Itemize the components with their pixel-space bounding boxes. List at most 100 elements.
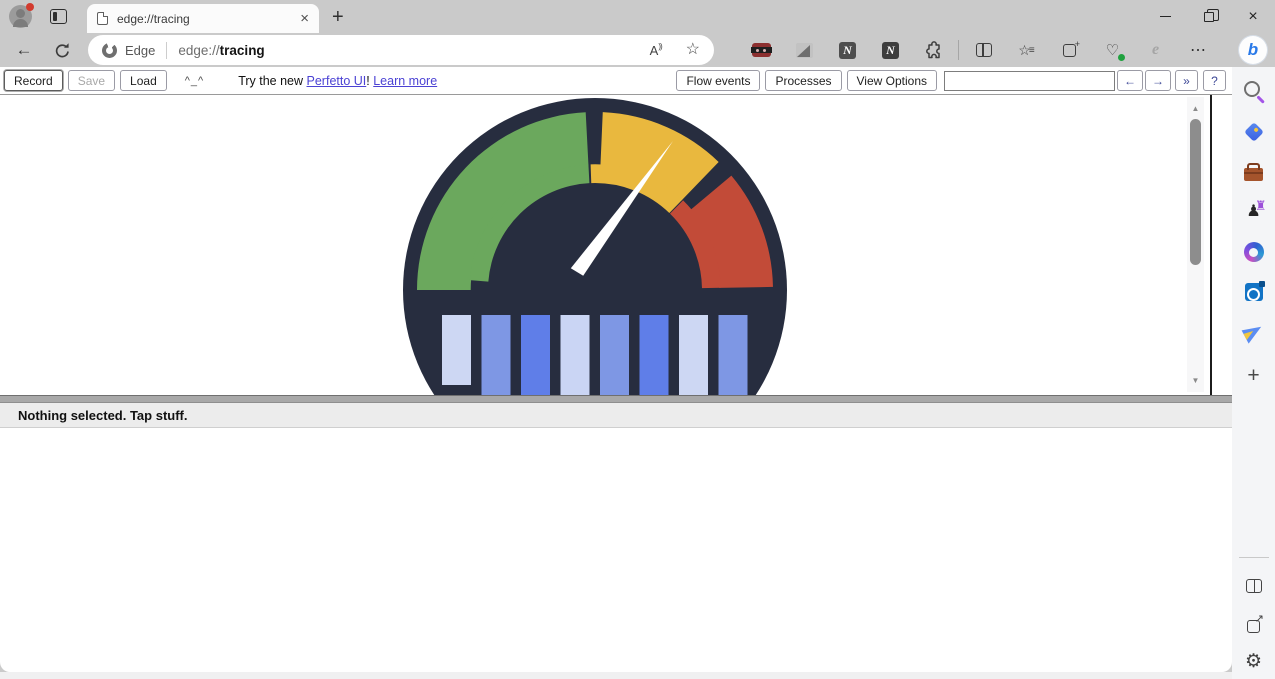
emoticon-label: ^_^ — [185, 75, 204, 87]
sidebar-panel-toggle[interactable] — [1240, 572, 1268, 600]
sidebar-add-button[interactable]: + — [1240, 362, 1268, 390]
profile-avatar[interactable] — [9, 5, 32, 28]
split-screen-icon[interactable] — [974, 40, 994, 60]
trace-nav-back-button[interactable]: ← — [1117, 70, 1143, 91]
scroll-up-icon[interactable]: ▲ — [1187, 104, 1204, 113]
restore-icon — [1204, 12, 1214, 22]
viewport-gap — [1212, 95, 1232, 395]
sidebar-games-icon[interactable]: ♟♜ — [1240, 198, 1268, 226]
more-menu-icon[interactable]: ⋯ — [1189, 40, 1209, 60]
site-badge: Edge — [125, 43, 155, 58]
notification-dot — [26, 3, 34, 11]
back-icon[interactable]: ← — [14, 40, 34, 60]
sidebar-drop-icon[interactable] — [1240, 318, 1268, 346]
panel-toggle-icon — [1246, 579, 1262, 593]
read-aloud-waves: )) — [658, 42, 661, 51]
trace-help-button[interactable]: ? — [1203, 70, 1226, 91]
save-button[interactable]: Save — [68, 70, 115, 91]
mask-extension-icon[interactable] — [752, 40, 772, 60]
sidebar-search-icon[interactable] — [1240, 78, 1268, 106]
n-extension-icon-2[interactable]: N — [881, 40, 901, 60]
trace-search-input[interactable] — [944, 71, 1115, 91]
sidebar-settings-icon[interactable]: ⚙ — [1245, 652, 1262, 671]
sidebar-open-external[interactable]: ↗ — [1240, 612, 1268, 640]
tracing-loading-gauge — [400, 96, 790, 395]
processes-button[interactable]: Processes — [765, 70, 841, 91]
selection-status-bar: Nothing selected. Tap stuff. — [0, 403, 1232, 428]
ie-mode-icon[interactable]: e — [1146, 40, 1166, 60]
split-icon — [976, 43, 992, 57]
address-bar[interactable]: Edge edge:// tracing A)) ☆ — [88, 35, 714, 65]
record-button[interactable]: Record — [4, 70, 63, 91]
tracing-toolbar-right: Flow events Processes View Options ← → »… — [676, 70, 1226, 91]
ie-letter: e — [1152, 41, 1159, 59]
copy-icon: + — [1063, 44, 1076, 57]
external-arrow-glyph: ↗ — [1255, 612, 1264, 625]
close-button[interactable]: × — [1231, 0, 1275, 33]
status-message: Nothing selected. Tap stuff. — [18, 408, 188, 423]
ellipsis-glyph: ⋯ — [1190, 40, 1207, 60]
n-extension-icon[interactable]: N — [838, 40, 858, 60]
collections-lines: ≡ — [1029, 45, 1035, 56]
sidebar-divider — [1239, 557, 1269, 558]
read-aloud-icon[interactable]: A)) — [650, 43, 662, 58]
outlook-icon — [1245, 283, 1263, 301]
read-aloud-letter: A — [650, 43, 659, 58]
tab-close-icon[interactable]: × — [300, 11, 309, 26]
edge-sidebar: ♟♜ + ↗ ⚙ — [1232, 67, 1275, 679]
sidebar-outlook-icon[interactable] — [1240, 278, 1268, 306]
copilot-icon[interactable]: b — [1239, 36, 1267, 64]
microsoft-365-icon — [1244, 242, 1264, 262]
scrollbar-thumb[interactable] — [1190, 119, 1201, 265]
minimize-button[interactable] — [1143, 0, 1187, 33]
timeline-view[interactable]: ▲ ▼ — [0, 95, 1212, 395]
perfetto-link[interactable]: Perfetto UI — [307, 74, 367, 88]
toolbar-divider — [958, 40, 959, 60]
sidebar-shopping-icon[interactable] — [1240, 118, 1268, 146]
window-bottom-strip — [0, 672, 1232, 679]
trace-overflow-button[interactable]: » — [1175, 70, 1198, 91]
timeline-scrollbar[interactable]: ▲ ▼ — [1187, 97, 1204, 392]
tab-title: edge://tracing — [117, 12, 190, 26]
browser-tab[interactable]: edge://tracing × — [87, 4, 319, 33]
browser-essentials-icon[interactable]: ♡ — [1103, 40, 1123, 60]
paper-plane-icon — [1242, 321, 1266, 343]
load-button[interactable]: Load — [120, 70, 167, 91]
extensions-puzzle-icon[interactable] — [924, 40, 944, 60]
n-icon-2: N — [882, 42, 899, 59]
sidebar-m365-icon[interactable] — [1240, 238, 1268, 266]
main-area: Record Save Load ^_^ Try the new Perfett… — [0, 67, 1275, 679]
learn-more-link[interactable]: Learn more — [373, 74, 437, 88]
notice-prefix: Try the new — [238, 74, 306, 88]
browser-toolbar: ← Edge edge:// tracing A)) ☆ N N ☆≡ + ♡ … — [0, 33, 1275, 67]
collections-icon[interactable]: ☆≡ — [1017, 40, 1037, 60]
view-options-button[interactable]: View Options — [847, 70, 937, 91]
tracing-toolbar: Record Save Load ^_^ Try the new Perfett… — [0, 67, 1232, 94]
timeline-viewport-row: ▲ ▼ — [0, 94, 1232, 395]
new-tab-button[interactable]: + — [332, 7, 344, 27]
restore-button[interactable] — [1187, 0, 1231, 33]
page-content: Record Save Load ^_^ Try the new Perfett… — [0, 67, 1232, 679]
copy-add-icon[interactable]: + — [1060, 40, 1080, 60]
url-host: tracing — [220, 43, 265, 58]
refresh-icon[interactable] — [54, 42, 71, 59]
address-divider — [166, 42, 167, 59]
title-bar: edge://tracing × + × — [0, 0, 1275, 33]
page-favicon — [97, 12, 108, 25]
panel-drag-divider[interactable] — [0, 395, 1232, 403]
minimize-icon — [1160, 16, 1171, 18]
scroll-down-icon[interactable]: ▼ — [1187, 376, 1204, 385]
open-external-icon: ↗ — [1247, 620, 1260, 633]
image-extension-icon[interactable] — [795, 40, 815, 60]
workspaces-icon[interactable] — [50, 9, 67, 24]
image-icon — [796, 43, 813, 58]
n-icon: N — [839, 42, 856, 59]
trace-nav-forward-button[interactable]: → — [1145, 70, 1171, 91]
sidebar-tools-icon[interactable] — [1240, 158, 1268, 186]
heart-icon: ♡ — [1106, 43, 1119, 58]
extension-row: N N ☆≡ + ♡ e ⋯ — [740, 40, 1220, 60]
url-scheme: edge:// — [178, 43, 219, 58]
notice-bang: ! — [366, 74, 369, 88]
flow-events-button[interactable]: Flow events — [676, 70, 760, 91]
favorite-star-icon[interactable]: ☆ — [686, 42, 700, 58]
